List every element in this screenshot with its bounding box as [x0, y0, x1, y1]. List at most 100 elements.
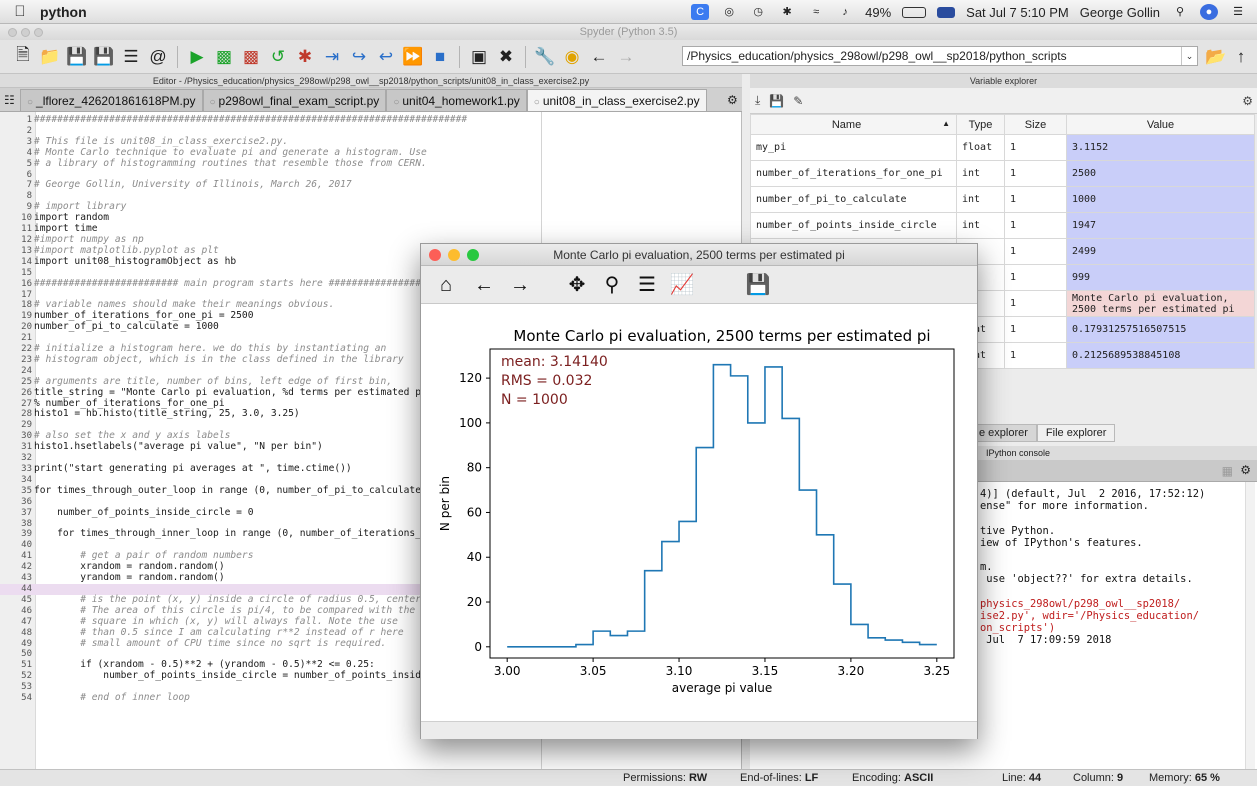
import-data-icon[interactable]: ⤓: [755, 93, 760, 108]
code-text: # The area of this circle is pi/4, to be…: [34, 604, 416, 616]
notification-center-icon[interactable]: ☰: [1229, 4, 1247, 20]
home-icon[interactable]: ⌂: [433, 272, 459, 298]
run-cell-advance-icon[interactable]: ▩: [240, 46, 262, 68]
step-return-icon[interactable]: ↩: [375, 46, 397, 68]
editor-tab[interactable]: ○ unit04_homework1.py: [386, 89, 527, 111]
open-file-icon[interactable]: 📁: [39, 46, 61, 68]
editor-tab[interactable]: ○ _lflorez_426201861618PM.py: [20, 89, 203, 111]
close-tab-icon[interactable]: ○: [393, 97, 399, 108]
minimize-figure-icon[interactable]: [448, 249, 460, 261]
battery-icon[interactable]: [902, 6, 927, 18]
save-icon[interactable]: 💾: [66, 46, 88, 68]
python-path-icon[interactable]: ◉: [561, 46, 583, 68]
volume-icon[interactable]: ♪: [836, 4, 854, 20]
console-pane-title: IPython console: [986, 448, 1051, 458]
subplots-sliders-icon[interactable]: ☰: [634, 272, 660, 298]
save-figure-icon[interactable]: 💾: [745, 272, 771, 298]
code-text: # than 0.5 since I am calculating r**2 i…: [34, 626, 404, 638]
app-menu-name[interactable]: python: [40, 4, 87, 20]
back-arrow-icon[interactable]: ←: [588, 46, 610, 68]
new-file-icon[interactable]: 🗎: [12, 45, 34, 68]
code-text: # square in which (x, y) will always fal…: [34, 615, 398, 627]
pan-icon[interactable]: ✥: [564, 272, 590, 298]
time-machine-icon[interactable]: ◷: [749, 4, 767, 20]
variable-row[interactable]: number_of_iterations_for_one_pi int 1 2500: [750, 160, 1255, 187]
forward-arrow-icon[interactable]: →: [507, 272, 533, 298]
code-line[interactable]: 10 import random: [0, 212, 741, 224]
zoom-magnifier-icon[interactable]: ⚲: [599, 272, 625, 298]
code-line[interactable]: 7 # George Gollin, University of Illinois…: [0, 179, 741, 191]
figure-canvas[interactable]: Monte Carlo pi evaluation, 2500 terms pe…: [421, 304, 977, 738]
column-header-name[interactable]: Name ▲: [750, 114, 957, 135]
working-directory-combo[interactable]: /Physics_education/physics_298owl/p298_o…: [682, 46, 1198, 66]
tab-variable-explorer[interactable]: e explorer: [970, 424, 1037, 442]
back-arrow-icon[interactable]: ←: [471, 272, 497, 298]
run-cell-icon[interactable]: ▩: [213, 46, 235, 68]
variable-row[interactable]: number_of_pi_to_calculate int 1 1000: [750, 186, 1255, 213]
remove-all-icon[interactable]: ✎: [793, 94, 803, 108]
step-icon[interactable]: ⇥: [321, 46, 343, 68]
rerun-icon[interactable]: ↺: [267, 46, 289, 68]
save-data-icon[interactable]: 💾: [769, 94, 784, 108]
forward-arrow-icon[interactable]: →: [615, 46, 637, 68]
debug-icon[interactable]: ✱: [294, 46, 316, 68]
continue-icon[interactable]: ⏩: [402, 46, 424, 68]
input-flag-icon[interactable]: [937, 6, 956, 18]
spotlight-icon[interactable]: ⚲: [1171, 4, 1189, 20]
save-all-icon[interactable]: 💾: [93, 46, 115, 68]
siri-icon[interactable]: ●: [1200, 4, 1218, 20]
console-scrollbar[interactable]: [1245, 482, 1255, 769]
close-figure-icon[interactable]: [429, 249, 441, 261]
close-window-icon[interactable]: [8, 28, 17, 37]
code-line[interactable]: 5 # a library of histogramming routines t…: [0, 158, 741, 170]
preferences-wrench-icon[interactable]: 🔧: [534, 46, 556, 68]
browse-tabs-icon[interactable]: ☷: [4, 93, 15, 107]
code-text: # Monte Carlo technique to evaluate pi a…: [34, 146, 427, 158]
clock[interactable]: Sat Jul 7 5:10 PM: [966, 5, 1069, 20]
zoom-window-icon[interactable]: [34, 28, 43, 37]
column-header-type[interactable]: Type: [956, 114, 1005, 135]
bluetooth-icon[interactable]: ✱: [778, 4, 796, 20]
editor-tab[interactable]: ○ p298owl_final_exam_script.py: [202, 89, 387, 111]
browse-folder-icon[interactable]: 📂: [1205, 46, 1227, 68]
line-number: 12: [21, 234, 32, 245]
console-menu-icon[interactable]: ▦: [1222, 464, 1233, 478]
step-into-icon[interactable]: ↪: [348, 46, 370, 68]
editor-options-gear-icon[interactable]: ⚙: [727, 93, 738, 107]
editor-tab-active[interactable]: ○ unit08_in_class_exercise2.py: [526, 89, 707, 111]
code-text: # is the point (x, y) inside a circle of…: [34, 593, 450, 605]
user-name[interactable]: George Gollin: [1080, 5, 1160, 20]
vx-options-gear-icon[interactable]: ⚙: [1242, 94, 1253, 108]
variable-row[interactable]: number_of_points_inside_circle int 1 1947: [750, 212, 1255, 239]
maximize-pane-icon[interactable]: ▣: [468, 46, 490, 68]
parent-dir-icon[interactable]: ↑: [1230, 46, 1252, 68]
column-header-size[interactable]: Size: [1004, 114, 1067, 135]
edit-axes-icon[interactable]: 📈: [669, 272, 695, 298]
line-number: 22: [21, 344, 32, 355]
minimize-window-icon[interactable]: [21, 28, 30, 37]
code-line[interactable]: 1 #######################################…: [0, 114, 741, 126]
tab-file-explorer[interactable]: File explorer: [1036, 424, 1116, 442]
fullscreen-icon[interactable]: ✖: [495, 46, 517, 68]
column-header-value[interactable]: Value: [1066, 114, 1255, 135]
chevron-down-icon[interactable]: ⌄: [1181, 47, 1197, 65]
close-tab-icon[interactable]: ○: [210, 97, 216, 108]
run-icon[interactable]: ▶: [186, 46, 208, 68]
console-line: use 'object??' for extra details.: [980, 573, 1193, 586]
wifi-icon[interactable]: ≈: [807, 4, 825, 20]
status-app-icon[interactable]: C: [691, 4, 710, 20]
chrome-icon[interactable]: ◎: [720, 4, 738, 20]
code-text: print("start generating pi averages at "…: [34, 463, 352, 474]
console-options-gear-icon[interactable]: ⚙: [1240, 463, 1251, 477]
close-tab-icon[interactable]: ○: [534, 97, 540, 108]
zoom-figure-icon[interactable]: [467, 249, 479, 261]
status-memory: Memory: 65 %: [1149, 772, 1220, 784]
apple-menu-icon[interactable]: : [0, 3, 40, 20]
close-tab-icon[interactable]: ○: [27, 97, 33, 108]
list-icon[interactable]: ☰: [120, 46, 142, 68]
code-line[interactable]: 9 # import library: [0, 201, 741, 213]
stop-debug-icon[interactable]: ■: [429, 46, 451, 68]
battery-percent[interactable]: 49%: [865, 5, 891, 20]
variable-row[interactable]: my_pi float 1 3.1152: [750, 134, 1255, 161]
email-icon[interactable]: @: [147, 46, 169, 68]
